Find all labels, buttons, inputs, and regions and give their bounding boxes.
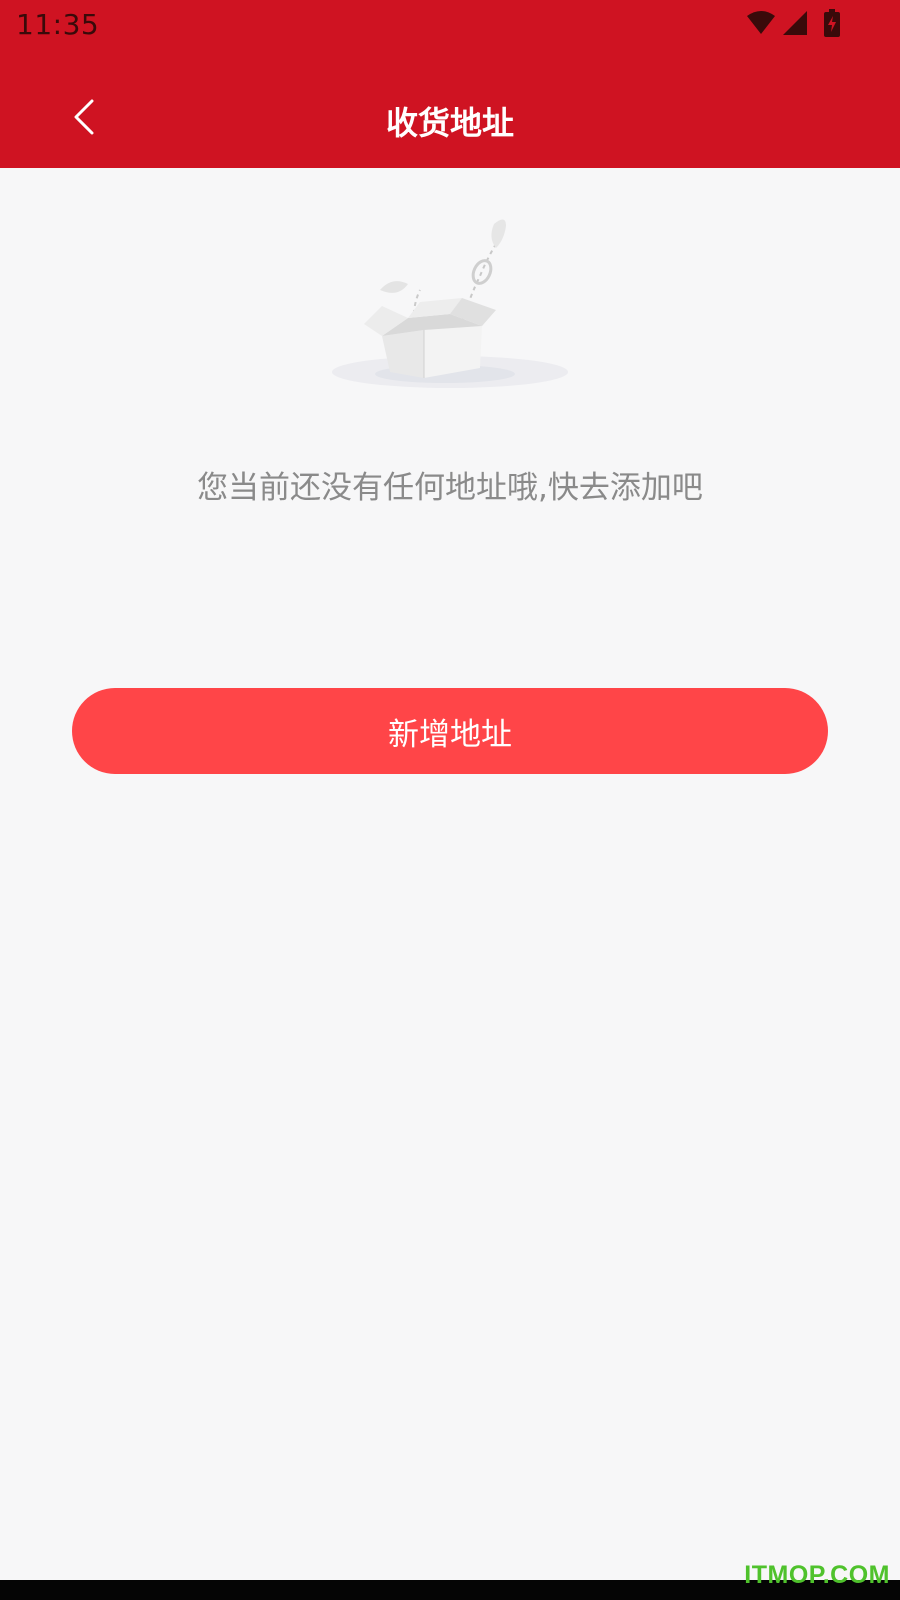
page-title: 收货地址 <box>385 104 514 142</box>
empty-box-illustration <box>320 206 580 396</box>
status-icons <box>746 9 840 41</box>
watermark: ITMOP.COM <box>744 1561 890 1589</box>
empty-state-message: 您当前还没有任何地址哦,快去添加吧 <box>197 470 703 506</box>
status-time: 11:35 <box>16 8 100 41</box>
signal-icon <box>782 10 808 40</box>
battery-charging-icon <box>824 9 840 41</box>
wifi-icon <box>746 10 776 40</box>
empty-box-icon <box>332 219 568 388</box>
app-header: 11:35 收货地址 <box>0 0 900 168</box>
add-address-button[interactable]: 新增地址 <box>72 688 828 774</box>
